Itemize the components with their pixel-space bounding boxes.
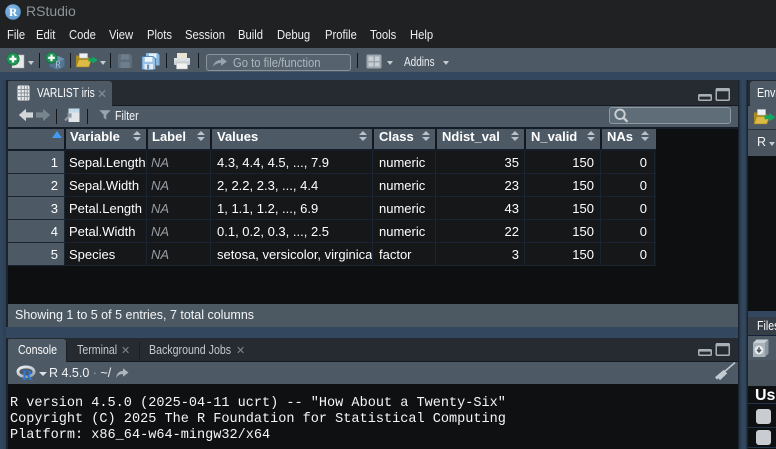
svg-text:R: R: [22, 368, 33, 382]
svg-text:R: R: [9, 7, 18, 19]
